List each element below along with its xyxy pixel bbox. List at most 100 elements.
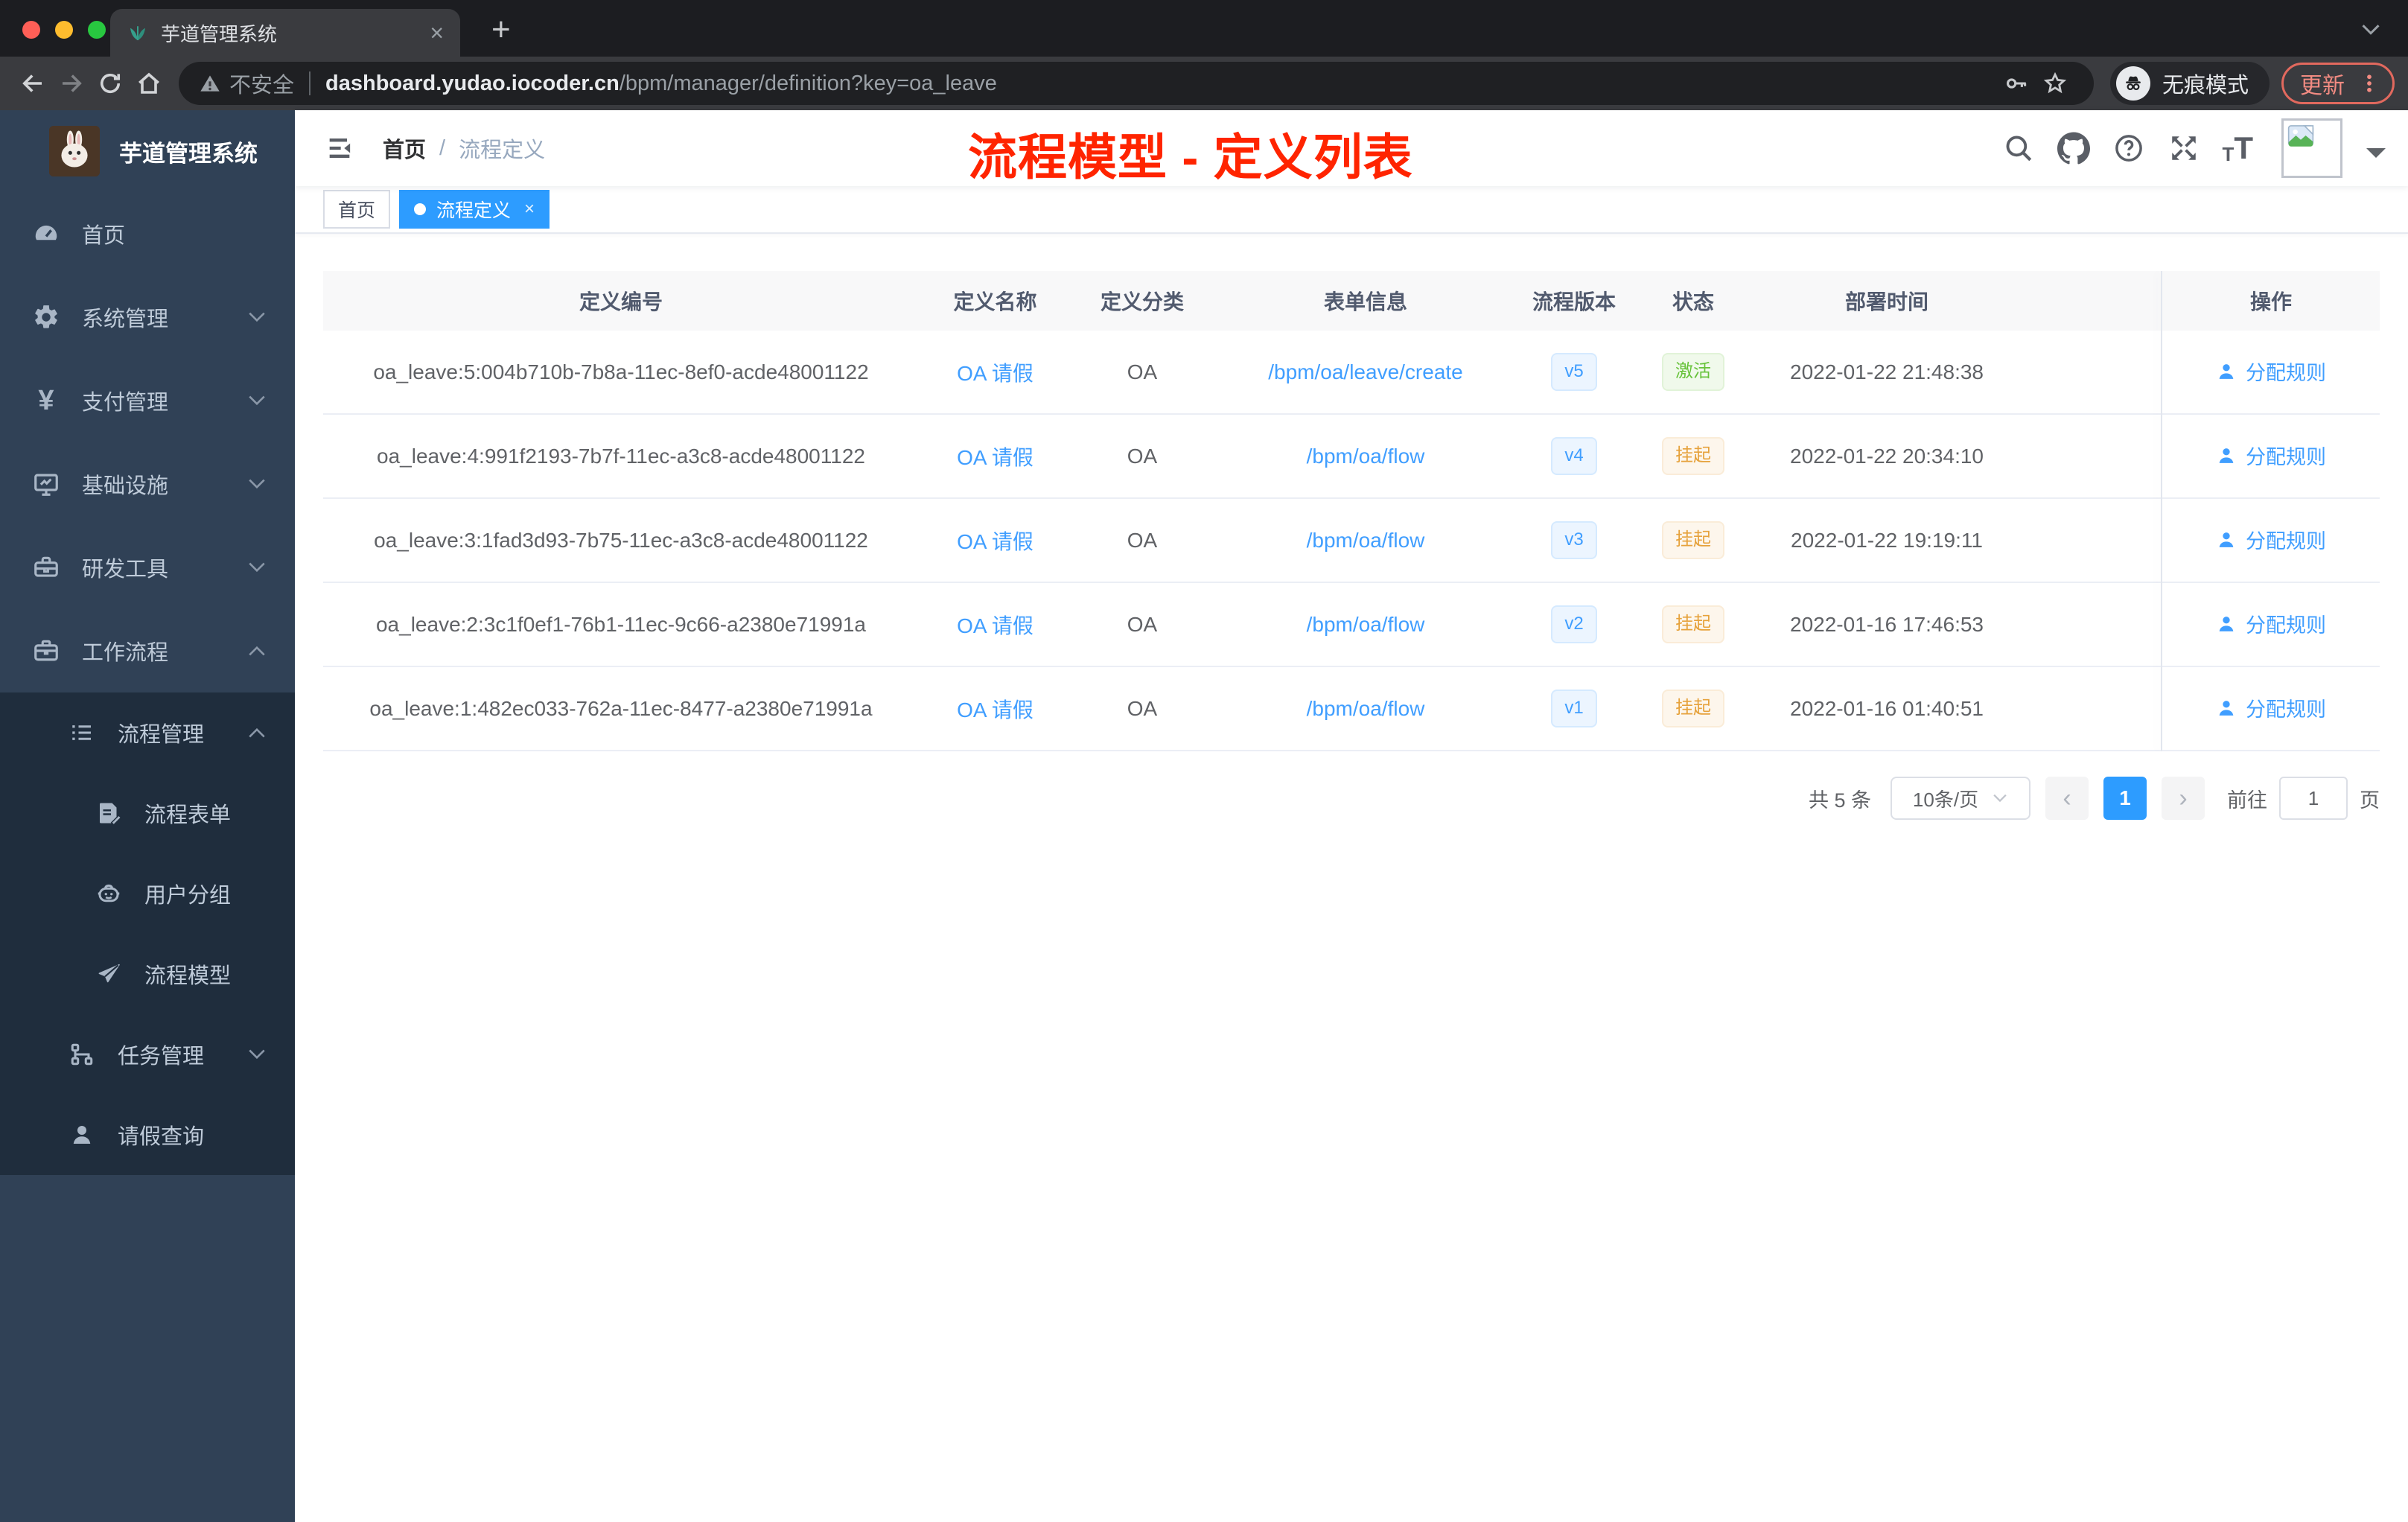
password-key-icon[interactable] <box>1997 64 2036 103</box>
active-tag-dot <box>414 203 427 215</box>
current-page-button[interactable]: 1 <box>2103 777 2147 820</box>
chevron-up-icon <box>247 644 267 657</box>
assign-rule-link[interactable]: 分配规则 <box>2216 525 2326 554</box>
definition-name-link[interactable]: OA 请假 <box>957 698 1033 722</box>
browser-update-button[interactable]: 更新 <box>2281 63 2395 104</box>
sidebar-item-leave-query[interactable]: 请假查询 <box>0 1095 295 1175</box>
definition-name-link[interactable]: OA 请假 <box>957 530 1033 553</box>
bookmark-star-icon[interactable] <box>2036 64 2074 103</box>
sidebar-item-process-model[interactable]: 流程模型 <box>0 934 295 1014</box>
sidebar-item-label: 流程表单 <box>144 803 232 827</box>
person-icon <box>2219 700 2234 716</box>
breadcrumb-home[interactable]: 首页 <box>383 133 426 164</box>
sidebar-collapse-icon[interactable] <box>325 133 354 163</box>
tab-search-chevron-icon[interactable] <box>2360 22 2381 37</box>
sidebar-item-system[interactable]: 系统管理 <box>0 276 295 359</box>
toolbox-icon <box>31 553 61 582</box>
form-link[interactable]: /bpm/oa/flow <box>1307 697 1425 720</box>
column-header[interactable]: 状态 <box>1630 286 1756 316</box>
home-icon[interactable] <box>130 64 168 103</box>
page-size-select[interactable]: 10条/页 <box>1891 777 2030 820</box>
assign-rule-link[interactable]: 分配规则 <box>2216 441 2326 470</box>
app-logo-row[interactable]: 芋道管理系统 <box>0 110 295 192</box>
deploy-time: 2022-01-22 20:34:10 <box>1790 444 1984 468</box>
security-label[interactable]: 不安全 <box>229 68 294 99</box>
tab-close-icon[interactable]: × <box>430 21 444 45</box>
status-badge: 挂起 <box>1662 521 1724 559</box>
back-icon[interactable] <box>13 64 52 103</box>
sidebar-item-payment[interactable]: ¥ 支付管理 <box>0 359 295 442</box>
column-header[interactable]: 部署时间 <box>1756 286 2017 316</box>
incognito-label: 无痕模式 <box>2162 74 2249 98</box>
sidebar-item-label: 用户分组 <box>144 884 232 908</box>
definition-category: OA <box>1127 696 1158 720</box>
window-maximize-button[interactable] <box>88 21 106 39</box>
next-page-button[interactable]: › <box>2162 777 2205 820</box>
column-header[interactable]: 定义名称 <box>919 286 1071 316</box>
version-badge: v5 <box>1551 353 1597 391</box>
app-title: 芋道管理系统 <box>119 140 258 167</box>
chevron-up-icon <box>247 726 267 739</box>
new-tab-button[interactable]: + <box>491 13 511 46</box>
pagination-total: 共 5 条 <box>1808 789 1871 812</box>
url-host: dashboard.yudao.iocoder.cn <box>325 71 619 95</box>
window-controls[interactable] <box>22 21 106 39</box>
definition-id: oa_leave:4:991f2193-7b7f-11ec-a3c8-acde4… <box>377 444 865 468</box>
prev-page-button[interactable]: ‹ <box>2045 777 2089 820</box>
column-header[interactable]: 定义分类 <box>1071 286 1213 316</box>
definition-name-link[interactable]: OA 请假 <box>957 362 1033 385</box>
assign-rule-link[interactable]: 分配规则 <box>2216 609 2326 638</box>
form-link[interactable]: /bpm/oa/flow <box>1307 445 1425 468</box>
incognito-icon <box>2115 66 2150 101</box>
sidebar-item-home[interactable]: 首页 <box>0 192 295 276</box>
browser-tab-strip: 芋道管理系统 × + <box>0 0 2408 57</box>
window-close-button[interactable] <box>22 21 40 39</box>
status-badge: 激活 <box>1662 353 1724 391</box>
column-header[interactable]: 流程版本 <box>1518 286 1630 316</box>
avatar-caret-down-icon[interactable] <box>2366 148 2386 168</box>
tag-close-icon[interactable]: × <box>524 199 535 220</box>
page-content: 定义编号 定义名称 定义分类 表单信息 流程版本 状态 部署时间 操作 oa_l… <box>295 234 2408 820</box>
url-path: /bpm/manager/definition?key=oa_leave <box>619 71 997 95</box>
column-header[interactable]: 操作 <box>2162 286 2380 316</box>
favicon-leaf-icon <box>127 22 149 44</box>
sidebar-item-workflow[interactable]: 工作流程 <box>0 609 295 692</box>
assign-rule-label: 分配规则 <box>2246 614 2326 637</box>
chevron-down-icon <box>247 1048 267 1061</box>
column-header[interactable]: 表单信息 <box>1213 286 1518 316</box>
assign-rule-link[interactable]: 分配规则 <box>2216 693 2326 722</box>
sidebar-item-infrastructure[interactable]: 基础设施 <box>0 442 295 526</box>
sidebar-item-process-form[interactable]: 流程表单 <box>0 773 295 853</box>
definition-category: OA <box>1127 612 1158 636</box>
reload-icon[interactable] <box>91 64 130 103</box>
definition-name-link[interactable]: OA 请假 <box>957 446 1033 469</box>
update-label[interactable]: 更新 <box>2300 67 2345 100</box>
tag-process-definition[interactable]: 流程定义 × <box>399 190 550 229</box>
browser-tab[interactable]: 芋道管理系统 × <box>110 9 460 57</box>
workflow-submenu: 流程管理 流程表单 用户分组 流程模型 任务管理 请假查询 <box>0 692 295 1175</box>
security-warning-icon[interactable] <box>198 71 222 95</box>
sidebar-item-task-management[interactable]: 任务管理 <box>0 1014 295 1095</box>
tag-home[interactable]: 首页 <box>323 190 391 229</box>
sidebar-item-user-group[interactable]: 用户分组 <box>0 853 295 934</box>
sidebar-item-process-management[interactable]: 流程管理 <box>0 692 295 773</box>
column-header[interactable]: 定义编号 <box>323 286 919 316</box>
form-link[interactable]: /bpm/oa/flow <box>1307 613 1425 636</box>
incognito-badge: 无痕模式 <box>2109 62 2270 105</box>
definition-name-link[interactable]: OA 请假 <box>957 614 1033 637</box>
sidebar-item-dev-tools[interactable]: 研发工具 <box>0 526 295 609</box>
avatar[interactable] <box>2281 118 2342 178</box>
search-icon[interactable] <box>2001 131 2036 165</box>
font-size-icon[interactable]: TT <box>2222 133 2253 165</box>
assign-rule-link[interactable]: 分配规则 <box>2216 357 2326 386</box>
forward-icon[interactable] <box>52 64 91 103</box>
github-icon[interactable] <box>2057 131 2091 165</box>
help-icon[interactable] <box>2112 131 2146 165</box>
url-bar[interactable]: 不安全 dashboard.yudao.iocoder.cn /bpm/mana… <box>179 62 2094 105</box>
form-link[interactable]: /bpm/oa/flow <box>1307 529 1425 552</box>
goto-page-input[interactable] <box>2279 777 2348 820</box>
window-minimize-button[interactable] <box>55 21 73 39</box>
form-link[interactable]: /bpm/oa/leave/create <box>1268 360 1463 383</box>
table-row: oa_leave:1:482ec033-762a-11ec-8477-a2380… <box>323 667 2380 751</box>
fullscreen-icon[interactable] <box>2167 131 2201 165</box>
